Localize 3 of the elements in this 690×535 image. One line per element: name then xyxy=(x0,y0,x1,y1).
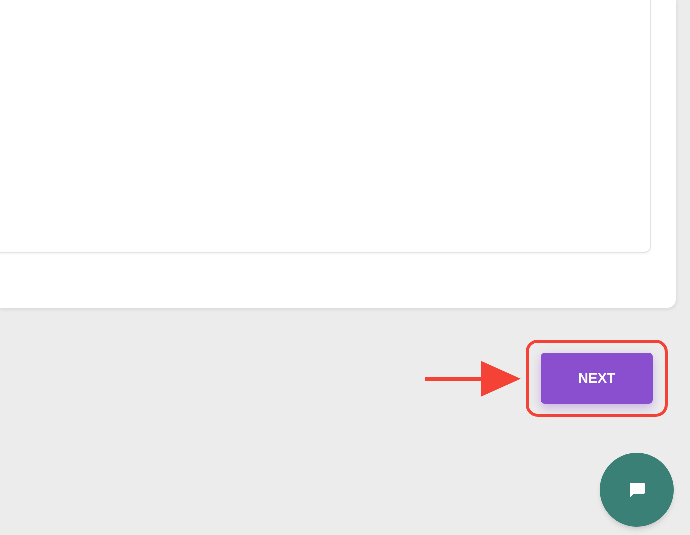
chat-icon xyxy=(627,480,647,500)
arrow-icon xyxy=(425,360,521,398)
next-button[interactable]: NEXT xyxy=(541,353,653,404)
